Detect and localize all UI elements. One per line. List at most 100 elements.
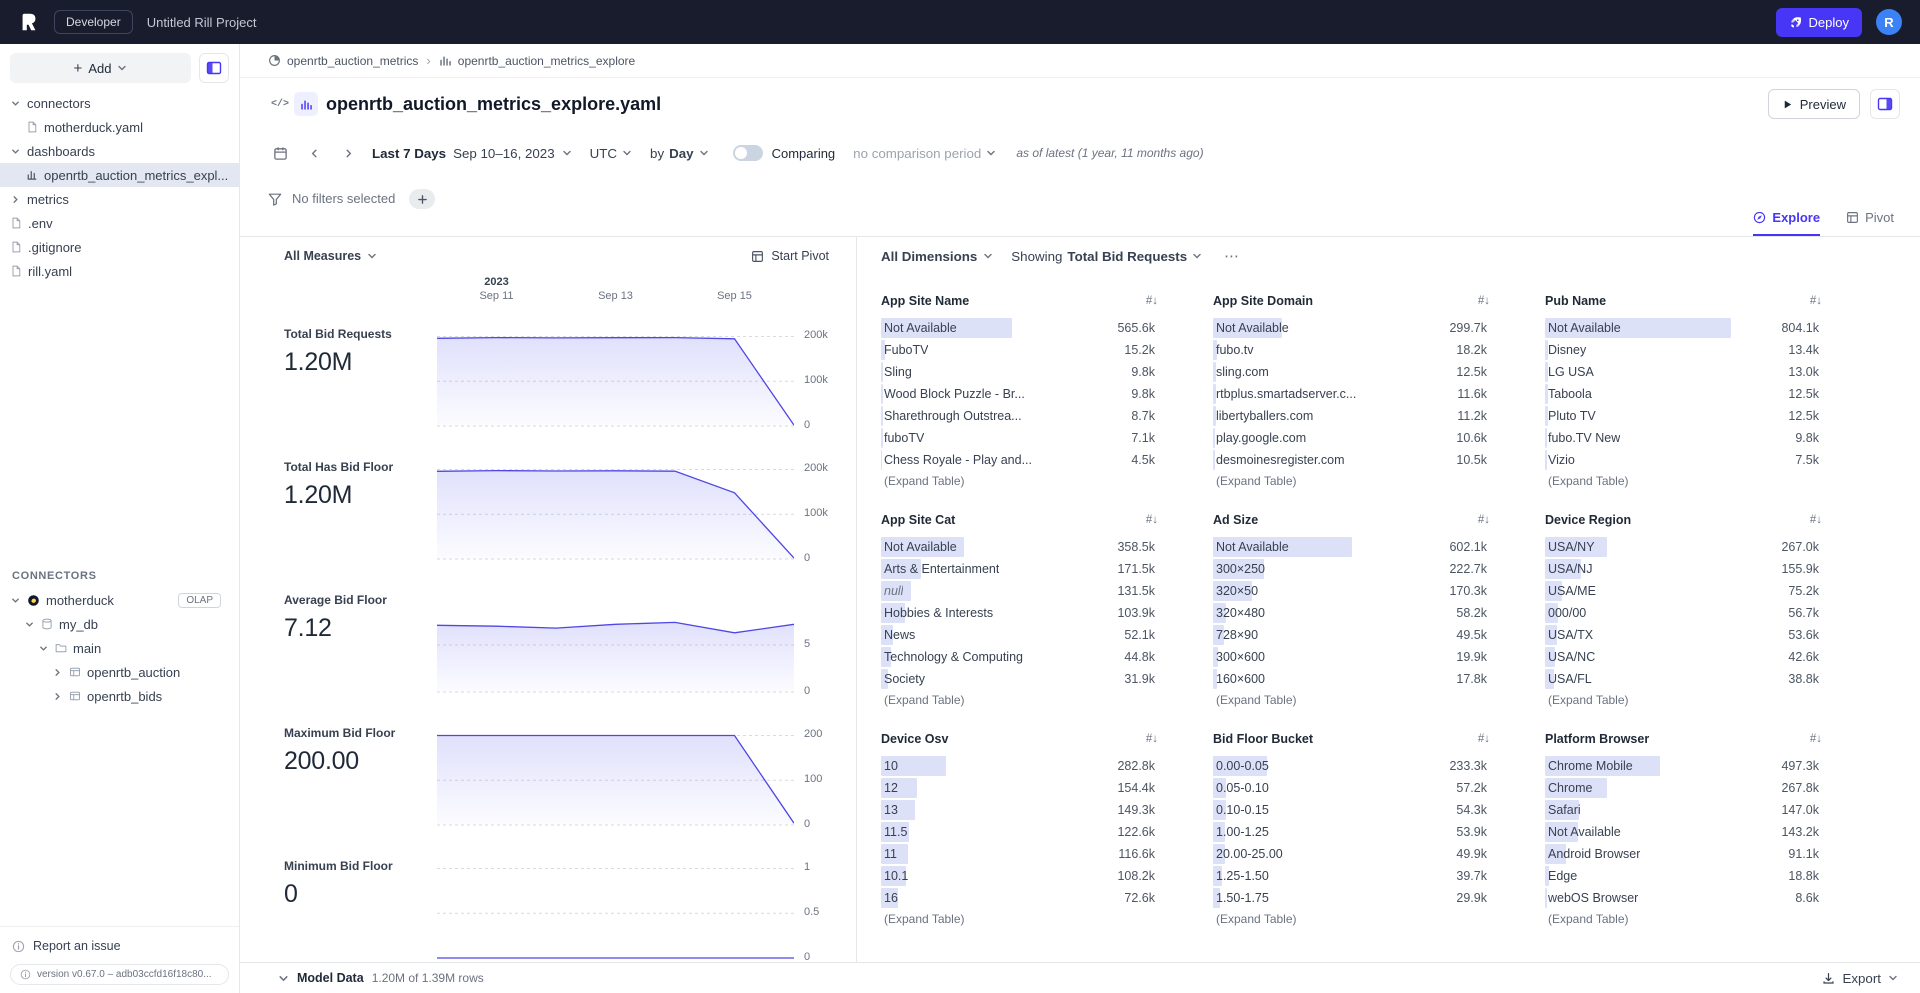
sidebar-item-gitignore[interactable]: .gitignore [0, 235, 239, 259]
leaderboard-row[interactable]: 11.5122.6k [881, 821, 1158, 843]
panel-toggle-button[interactable] [1870, 89, 1900, 119]
leaderboard-row[interactable]: 12154.4k [881, 777, 1158, 799]
connector-item-my-db[interactable]: my_db [0, 612, 239, 636]
leaderboard-row[interactable]: USA/NJ155.9k [1545, 558, 1822, 580]
leaderboard-title[interactable]: Platform Browser [1545, 732, 1649, 746]
add-filter-button[interactable] [409, 189, 435, 209]
leaderboard-row[interactable]: 1672.6k [881, 887, 1158, 909]
leaderboard-row[interactable]: fuboTV7.1k [881, 427, 1158, 449]
expand-table-button[interactable]: (Expand Table) [1213, 912, 1490, 926]
sidebar-collapse-button[interactable] [199, 53, 229, 83]
leaderboard-row[interactable]: Chess Royale - Play and...4.5k [881, 449, 1158, 471]
breadcrumb-explore[interactable]: openrtb_auction_metrics_explore [439, 54, 635, 68]
sidebar-item-env[interactable]: .env [0, 211, 239, 235]
sparkline-chart[interactable] [437, 863, 794, 959]
leaderboard-row[interactable]: LG USA13.0k [1545, 361, 1822, 383]
expand-table-button[interactable]: (Expand Table) [1545, 474, 1822, 488]
measure-big-number[interactable]: 0 [284, 880, 437, 909]
sparkline-chart[interactable] [437, 331, 794, 427]
leaderboard-row[interactable]: 20.00-25.0049.9k [1213, 843, 1490, 865]
sidebar-item-dashboards[interactable]: dashboards [0, 139, 239, 163]
leaderboard-row[interactable]: Edge18.8k [1545, 865, 1822, 887]
leaderboard-row[interactable]: Not Available358.5k [881, 536, 1158, 558]
user-avatar[interactable]: R [1876, 9, 1902, 35]
leaderboard-title[interactable]: Pub Name [1545, 294, 1606, 308]
leaderboard-row[interactable]: 300×250222.7k [1213, 558, 1490, 580]
expand-table-button[interactable]: (Expand Table) [1213, 693, 1490, 707]
time-grain-dropdown[interactable]: by Day [650, 146, 709, 161]
expand-table-button[interactable]: (Expand Table) [1545, 693, 1822, 707]
chevron-down-icon[interactable] [278, 973, 289, 984]
measure-name[interactable]: Minimum Bid Floor [284, 859, 437, 873]
leaderboard-row[interactable]: 0.00-0.05233.3k [1213, 755, 1490, 777]
report-issue-button[interactable]: Report an issue [10, 935, 229, 957]
sort-indicator[interactable]: #↓ [1810, 733, 1822, 745]
leaderboard-row[interactable]: webOS Browser8.6k [1545, 887, 1822, 909]
tab-pivot[interactable]: Pivot [1846, 210, 1894, 236]
measure-big-number[interactable]: 1.20M [284, 481, 437, 510]
leaderboard-row[interactable]: Not Available804.1k [1545, 317, 1822, 339]
leaderboard-row[interactable]: 300×60019.9k [1213, 646, 1490, 668]
leaderboard-row[interactable]: 1.25-1.5039.7k [1213, 865, 1490, 887]
leaderboard-title[interactable]: Bid Floor Bucket [1213, 732, 1313, 746]
leaderboard-row[interactable]: News52.1k [881, 624, 1158, 646]
expand-table-button[interactable]: (Expand Table) [881, 912, 1158, 926]
leaderboard-row[interactable]: rtbplus.smartadserver.c...11.6k [1213, 383, 1490, 405]
measure-name[interactable]: Total Bid Requests [284, 327, 437, 341]
chevron-down-icon[interactable] [38, 643, 49, 654]
measure-big-number[interactable]: 200.00 [284, 747, 437, 776]
next-period-button[interactable] [336, 141, 360, 165]
connector-item-openrtb-auction[interactable]: openrtb_auction [0, 660, 239, 684]
connector-item-main[interactable]: main [0, 636, 239, 660]
leaderboard-row[interactable]: sling.com12.5k [1213, 361, 1490, 383]
connector-item-openrtb-bids[interactable]: openrtb_bids [0, 684, 239, 708]
leaderboard-row[interactable]: 0.10-0.1554.3k [1213, 799, 1490, 821]
more-options-button[interactable]: ⋯ [1220, 247, 1245, 265]
leaderboard-row[interactable]: Hobbies & Interests103.9k [881, 602, 1158, 624]
rill-logo[interactable] [18, 11, 40, 33]
previous-period-button[interactable] [302, 141, 326, 165]
leaderboard-row[interactable]: Sling9.8k [881, 361, 1158, 383]
all-dimensions-dropdown[interactable]: All Dimensions [881, 249, 993, 264]
leaderboard-row[interactable]: fubo.tv18.2k [1213, 339, 1490, 361]
leaderboard-row[interactable]: Disney13.4k [1545, 339, 1822, 361]
sort-indicator[interactable]: #↓ [1810, 295, 1822, 307]
leaderboard-row[interactable]: Not Available299.7k [1213, 317, 1490, 339]
leaderboard-row[interactable]: Not Available602.1k [1213, 536, 1490, 558]
all-measures-dropdown[interactable]: All Measures [284, 249, 377, 263]
leaderboard-row[interactable]: fubo.TV New9.8k [1545, 427, 1822, 449]
sidebar-item-motherduck-yaml[interactable]: motherduck.yaml [0, 115, 239, 139]
tab-explore[interactable]: Explore [1753, 210, 1820, 236]
expand-table-button[interactable]: (Expand Table) [881, 693, 1158, 707]
leaderboard-row[interactable]: 000/0056.7k [1545, 602, 1822, 624]
leaderboard-row[interactable]: Arts & Entertainment171.5k [881, 558, 1158, 580]
leaderboard-row[interactable]: Taboola12.5k [1545, 383, 1822, 405]
leaderboard-row[interactable]: Android Browser91.1k [1545, 843, 1822, 865]
expand-table-button[interactable]: (Expand Table) [881, 474, 1158, 488]
leaderboard-row[interactable]: Society31.9k [881, 668, 1158, 690]
leaderboard-row[interactable]: Vizio7.5k [1545, 449, 1822, 471]
leaderboard-title[interactable]: Ad Size [1213, 513, 1258, 527]
leaderboard-title[interactable]: Device Osv [881, 732, 948, 746]
breadcrumb-metrics[interactable]: openrtb_auction_metrics [268, 54, 418, 68]
chevron-down-icon[interactable] [24, 619, 35, 630]
time-range-dropdown[interactable]: Last 7 Days Sep 10–16, 2023 [372, 146, 572, 161]
leaderboard-row[interactable]: Technology & Computing44.8k [881, 646, 1158, 668]
measure-name[interactable]: Average Bid Floor [284, 593, 437, 607]
sort-indicator[interactable]: #↓ [1146, 295, 1158, 307]
leaderboard-row[interactable]: Safari147.0k [1545, 799, 1822, 821]
sidebar-item-openrtb-auction-metrics-expl[interactable]: openrtb_auction_metrics_expl... [0, 163, 239, 187]
leaderboard-row[interactable]: desmoinesregister.com10.5k [1213, 449, 1490, 471]
add-button[interactable]: + Add [10, 53, 191, 83]
start-pivot-button[interactable]: Start Pivot [751, 249, 829, 263]
connector-item-motherduck[interactable]: motherduckOLAP [0, 588, 239, 612]
leaderboard-row[interactable]: 10.1108.2k [881, 865, 1158, 887]
expand-table-button[interactable]: (Expand Table) [1545, 912, 1822, 926]
leaderboard-row[interactable]: Chrome267.8k [1545, 777, 1822, 799]
measure-name[interactable]: Maximum Bid Floor [284, 726, 437, 740]
leaderboard-row[interactable]: libertyballers.com11.2k [1213, 405, 1490, 427]
measure-name[interactable]: Total Has Bid Floor [284, 460, 437, 474]
leaderboard-row[interactable]: Not Available143.2k [1545, 821, 1822, 843]
sidebar-item-rill-yaml[interactable]: rill.yaml [0, 259, 239, 283]
leaderboard-row[interactable]: 11116.6k [881, 843, 1158, 865]
